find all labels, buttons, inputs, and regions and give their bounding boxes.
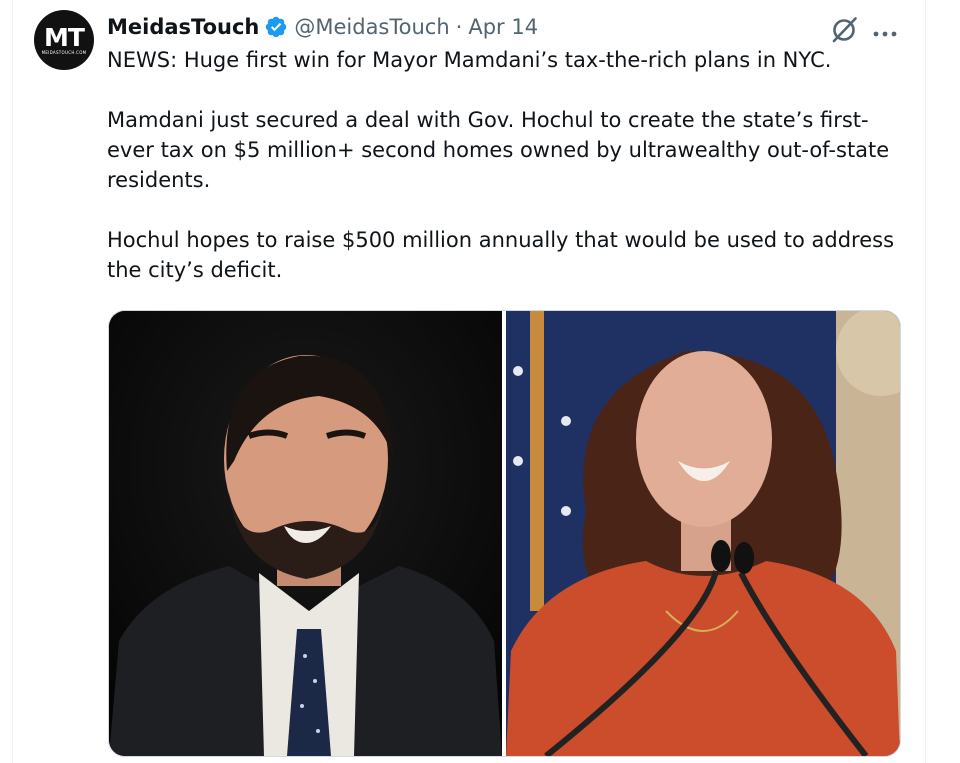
photo-right[interactable] <box>506 311 900 756</box>
more-icon[interactable] <box>872 24 898 37</box>
tweet-header: MeidasTouch @MeidasTouch · Apr 14 <box>107 10 538 44</box>
author-display-name[interactable]: MeidasTouch <box>107 10 259 44</box>
avatar-subtext: MEIDASTOUCH.COM <box>41 49 87 55</box>
timeline-border-left <box>12 0 13 763</box>
avatar-monogram: MT <box>44 22 85 52</box>
tweet-media <box>108 310 901 757</box>
author-handle[interactable]: @MeidasTouch <box>294 10 449 44</box>
tweet-date[interactable]: Apr 14 <box>468 10 538 44</box>
timeline-border-right <box>925 0 926 763</box>
avatar[interactable]: MT MEIDASTOUCH.COM <box>34 10 94 70</box>
meta-separator: · <box>455 15 463 39</box>
tweet-text: NEWS: Huge first win for Mayor Mamdani’s… <box>107 48 895 282</box>
verified-badge-icon[interactable] <box>264 15 288 39</box>
grok-icon[interactable] <box>829 15 859 45</box>
photo-left[interactable] <box>109 311 502 756</box>
